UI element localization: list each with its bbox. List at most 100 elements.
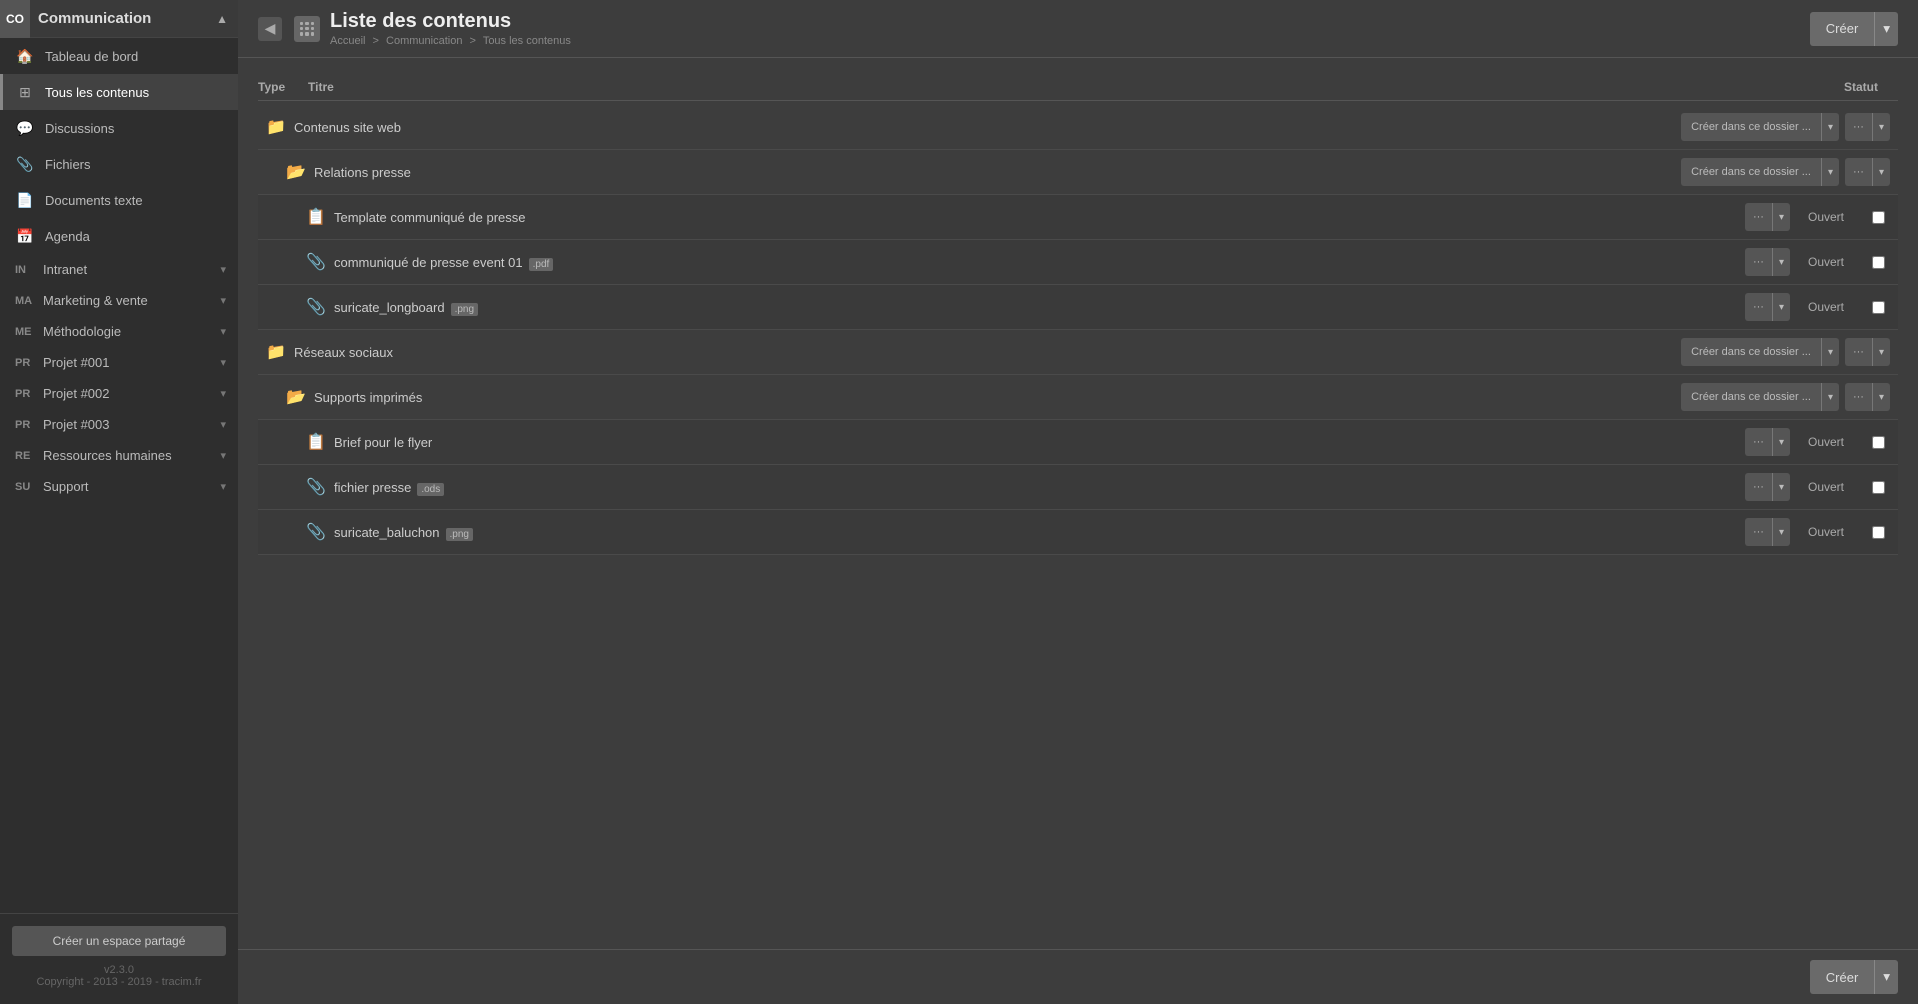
sidebar-item-ressources[interactable]: RE Ressources humaines ▾ — [0, 440, 238, 471]
row-title: Supports imprimés — [314, 390, 1681, 405]
more-button[interactable]: ··· — [1745, 293, 1772, 321]
more-dropdown-button[interactable]: ▾ — [1772, 293, 1790, 321]
row-checkbox[interactable] — [1866, 301, 1890, 314]
folder-icon: 📁 — [258, 342, 294, 362]
sidebar-item-label: Ressources humaines — [43, 448, 220, 463]
item-prefix: RE — [15, 450, 39, 462]
page-title-section: Liste des contenus Accueil > Communicati… — [294, 10, 1810, 47]
sidebar-item-methodologie[interactable]: ME Méthodologie ▾ — [0, 316, 238, 347]
sidebar-item-label: Projet #001 — [43, 355, 220, 370]
sidebar-item-label: Projet #003 — [43, 417, 220, 432]
more-dropdown-button[interactable]: ▾ — [1772, 203, 1790, 231]
row-title: Relations presse — [314, 165, 1681, 180]
sidebar-item-agenda[interactable]: 📅 Agenda — [0, 218, 238, 254]
sidebar-item-support[interactable]: SU Support ▾ — [0, 471, 238, 502]
more-dropdown-button[interactable]: ▾ — [1772, 248, 1790, 276]
collapse-sidebar-button[interactable]: ◀ — [258, 17, 282, 41]
attachment-icon: 📎 — [298, 252, 334, 272]
status-badge: Ouvert — [1796, 435, 1856, 449]
create-in-folder-button[interactable]: Créer dans ce dossier ... — [1681, 158, 1821, 186]
chevron-right-icon: ▾ — [220, 449, 226, 462]
more-button[interactable]: ··· — [1845, 383, 1872, 411]
row-title: suricate_longboard.png — [334, 300, 1745, 315]
more-dropdown-button[interactable]: ▾ — [1772, 473, 1790, 501]
more-dropdown-button[interactable]: ▾ — [1772, 428, 1790, 456]
chat-icon: 💬 — [15, 118, 35, 138]
more-button[interactable]: ··· — [1745, 518, 1772, 546]
more-button[interactable]: ··· — [1745, 428, 1772, 456]
row-actions: ··· ▾ Ouvert — [1745, 428, 1890, 456]
create-in-folder-dropdown[interactable]: ▾ — [1821, 383, 1839, 411]
chevron-right-icon: ▾ — [220, 356, 226, 369]
sidebar-item-dashboard[interactable]: 🏠 Tableau de bord — [0, 38, 238, 74]
page-title-group: Liste des contenus Accueil > Communicati… — [330, 10, 571, 47]
row-checkbox[interactable] — [1866, 211, 1890, 224]
more-actions-group: ··· ▾ — [1745, 293, 1790, 321]
sidebar-item-files[interactable]: 📎 Fichiers — [0, 146, 238, 182]
subfolder-icon: 📂 — [278, 162, 314, 182]
footer-create-button[interactable]: Créer — [1810, 960, 1875, 994]
chevron-right-icon: ▾ — [220, 325, 226, 338]
create-in-folder-button[interactable]: Créer dans ce dossier ... — [1681, 113, 1821, 141]
sidebar-item-intranet[interactable]: IN Intranet ▾ — [0, 254, 238, 285]
more-button[interactable]: ··· — [1745, 473, 1772, 501]
table-row: 📁 Réseaux sociaux Créer dans ce dossier … — [258, 330, 1898, 375]
doc-icon: 📋 — [298, 207, 334, 227]
row-checkbox[interactable] — [1866, 256, 1890, 269]
create-in-folder-dropdown[interactable]: ▾ — [1821, 338, 1839, 366]
create-in-folder-group: Créer dans ce dossier ... ▾ — [1681, 383, 1839, 411]
grid-icon: ⊞ — [15, 82, 35, 102]
ext-badge: .ods — [417, 483, 444, 496]
create-in-folder-dropdown[interactable]: ▾ — [1821, 158, 1839, 186]
create-in-folder-dropdown[interactable]: ▾ — [1821, 113, 1839, 141]
more-button[interactable]: ··· — [1845, 113, 1872, 141]
create-shared-space-button[interactable]: Créer un espace partagé — [12, 926, 226, 956]
breadcrumb-all[interactable]: Tous les contenus — [483, 35, 571, 47]
create-dropdown-button[interactable]: ▾ — [1874, 12, 1898, 46]
ext-badge: .pdf — [529, 258, 554, 271]
sidebar-item-marketing[interactable]: MA Marketing & vente ▾ — [0, 285, 238, 316]
table-row: 📂 Supports imprimés Créer dans ce dossie… — [258, 375, 1898, 420]
main-content: ◀ Liste des contenus Accueil > Communica… — [238, 0, 1918, 1004]
breadcrumb-home[interactable]: Accueil — [330, 35, 365, 47]
sidebar-item-projet2[interactable]: PR Projet #002 ▾ — [0, 378, 238, 409]
chevron-right-icon: ▾ — [220, 418, 226, 431]
footer-create-dropdown-button[interactable]: ▾ — [1874, 960, 1898, 994]
more-dropdown-button[interactable]: ▾ — [1872, 158, 1890, 186]
table-row: 📁 Contenus site web Créer dans ce dossie… — [258, 105, 1898, 150]
more-button[interactable]: ··· — [1745, 248, 1772, 276]
sidebar-item-projet1[interactable]: PR Projet #001 ▾ — [0, 347, 238, 378]
sidebar-item-discussions[interactable]: 💬 Discussions — [0, 110, 238, 146]
row-actions: Créer dans ce dossier ... ▾ ··· ▾ — [1681, 383, 1890, 411]
breadcrumb-communication[interactable]: Communication — [386, 35, 462, 47]
row-title: Réseaux sociaux — [294, 345, 1681, 360]
version-info: v2.3.0 Copyright - 2013 - 2019 - tracim.… — [12, 956, 226, 992]
row-checkbox[interactable] — [1866, 526, 1890, 539]
sidebar-item-projet3[interactable]: PR Projet #003 ▾ — [0, 409, 238, 440]
more-dropdown-button[interactable]: ▾ — [1872, 383, 1890, 411]
more-button[interactable]: ··· — [1745, 203, 1772, 231]
sidebar: CO Communication ▲ 🏠 Tableau de bord ⊞ T… — [0, 0, 238, 1004]
row-checkbox[interactable] — [1866, 436, 1890, 449]
more-button[interactable]: ··· — [1845, 338, 1872, 366]
sidebar-item-text-docs[interactable]: 📄 Documents texte — [0, 182, 238, 218]
row-checkbox[interactable] — [1866, 481, 1890, 494]
table-row: 📋 Brief pour le flyer ··· ▾ Ouvert — [258, 420, 1898, 465]
row-title: communiqué de presse event 01.pdf — [334, 255, 1745, 270]
more-button[interactable]: ··· — [1845, 158, 1872, 186]
table-header: Type Titre Statut — [258, 74, 1898, 101]
sidebar-collapse-icon[interactable]: ▲ — [216, 12, 228, 26]
row-actions: Créer dans ce dossier ... ▾ ··· ▾ — [1681, 158, 1890, 186]
create-in-folder-button[interactable]: Créer dans ce dossier ... — [1681, 338, 1821, 366]
doc-icon: 📄 — [15, 190, 35, 210]
create-in-folder-button[interactable]: Créer dans ce dossier ... — [1681, 383, 1821, 411]
table-row: 📎 communiqué de presse event 01.pdf ··· … — [258, 240, 1898, 285]
more-actions-group: ··· ▾ — [1845, 383, 1890, 411]
more-dropdown-button[interactable]: ▾ — [1872, 113, 1890, 141]
col-status-header: Statut — [1758, 80, 1878, 94]
more-dropdown-button[interactable]: ▾ — [1872, 338, 1890, 366]
sidebar-item-all-contents[interactable]: ⊞ Tous les contenus — [0, 74, 238, 110]
item-prefix: MA — [15, 295, 39, 307]
more-dropdown-button[interactable]: ▾ — [1772, 518, 1790, 546]
create-button[interactable]: Créer — [1810, 12, 1875, 46]
